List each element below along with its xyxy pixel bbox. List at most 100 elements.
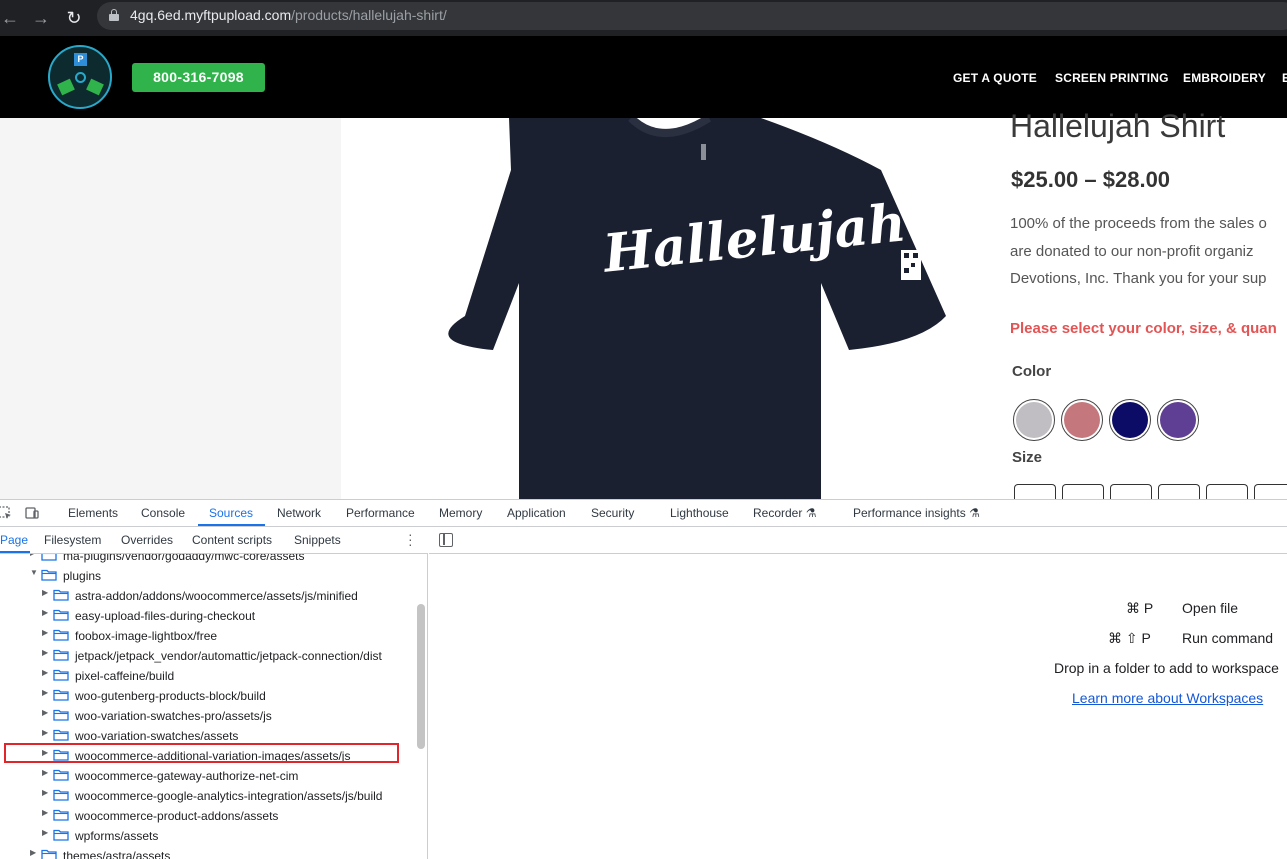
tree-item[interactable]: ▶ woo-variation-swatches-pro/assets/js — [0, 706, 410, 726]
tree-item[interactable]: ▶ pixel-caffeine/build — [0, 666, 410, 686]
device-toolbar-icon[interactable] — [25, 506, 39, 520]
tab-memory[interactable]: Memory — [439, 506, 482, 520]
color-label: Color — [1012, 363, 1052, 380]
tree-scrollbar[interactable] — [417, 604, 425, 749]
folder-icon — [41, 554, 57, 561]
tree-item[interactable]: ▶ woocommerce-google-analytics-integratio… — [0, 786, 410, 806]
tree-item[interactable]: ▶ themes/astra/assets — [0, 846, 410, 859]
caret-right-icon[interactable]: ▶ — [42, 808, 48, 817]
tree-item-label: ma-plugins/vendor/godaddy/mwc-core/asset… — [63, 554, 305, 563]
subtab-overrides[interactable]: Overrides — [121, 533, 173, 547]
site-logo[interactable]: P — [48, 45, 112, 109]
devtools-tab-bar: Elements Console Sources Network Perform… — [0, 500, 1287, 527]
inspect-element-icon[interactable] — [0, 506, 12, 520]
tree-item-label: jetpack/jetpack_vendor/automattic/jetpac… — [75, 649, 382, 663]
nav-embroidery[interactable]: EMBROIDERY — [1183, 71, 1266, 85]
tree-item[interactable]: ▶ jetpack/jetpack_vendor/automattic/jetpa… — [0, 646, 410, 666]
caret-right-icon[interactable]: ▶ — [42, 628, 48, 637]
tree-item[interactable]: ▶ astra-addon/addons/woocommerce/assets/j… — [0, 586, 410, 606]
folder-icon — [53, 769, 69, 781]
folder-icon — [41, 849, 57, 859]
file-tree: ▶ ma-plugins/vendor/godaddy/mwc-core/asse… — [0, 554, 428, 859]
sidebar-toggle-icon[interactable] — [439, 533, 453, 547]
product-image[interactable]: Hallelujah — [341, 118, 1001, 499]
tab-application[interactable]: Application — [507, 506, 566, 520]
tree-item-label: woo-variation-swatches/assets — [75, 729, 239, 743]
nav-item-truncated[interactable]: E — [1282, 71, 1287, 85]
subtab-page[interactable]: Page — [0, 533, 28, 547]
reload-icon[interactable]: ↻ — [62, 6, 86, 30]
forward-arrow-icon[interactable]: → — [29, 6, 53, 30]
tree-item[interactable]: ▶ easy-upload-files-during-checkout — [0, 606, 410, 626]
folder-icon — [53, 689, 69, 701]
caret-right-icon[interactable]: ▶ — [42, 728, 48, 737]
tree-item-label: woocommerce-product-addons/assets — [75, 809, 279, 823]
tree-item-label: woocommerce-google-analytics-integration… — [75, 789, 383, 803]
caret-right-icon[interactable]: ▶ — [30, 848, 36, 857]
tab-performance-insights[interactable]: Performance insights ⚗ — [853, 506, 980, 520]
tree-item[interactable]: ▶ ma-plugins/vendor/godaddy/mwc-core/asse… — [0, 554, 410, 566]
more-options-icon[interactable]: · · · — [408, 527, 414, 551]
color-swatch-gray[interactable] — [1013, 399, 1055, 441]
active-tab-indicator — [198, 524, 265, 526]
flask-icon: ⚗ — [969, 506, 980, 520]
editor-toolbar — [429, 527, 1287, 554]
flask-icon: ⚗ — [805, 506, 817, 520]
folder-icon — [53, 789, 69, 801]
nav-screen-printing[interactable]: SCREEN PRINTING — [1055, 71, 1169, 85]
tab-elements[interactable]: Elements — [68, 506, 118, 520]
tab-performance[interactable]: Performance — [346, 506, 415, 520]
description-line: are donated to our non-profit organiz — [1010, 242, 1254, 260]
nav-get-a-quote[interactable]: GET A QUOTE — [953, 71, 1037, 85]
subtab-content-scripts[interactable]: Content scripts — [192, 533, 272, 547]
tab-recorder[interactable]: Recorder ⚗ — [753, 506, 816, 520]
caret-right-icon[interactable]: ▶ — [42, 668, 48, 677]
caret-right-icon[interactable]: ▶ — [42, 788, 48, 797]
product-price: $25.00 – $28.00 — [1011, 167, 1171, 192]
caret-down-icon[interactable]: ▼ — [30, 568, 38, 577]
lock-icon[interactable] — [109, 9, 119, 21]
folder-icon — [53, 729, 69, 741]
color-swatch-navy[interactable] — [1109, 399, 1151, 441]
tab-network[interactable]: Network — [277, 506, 321, 520]
caret-right-icon[interactable]: ▶ — [42, 708, 48, 717]
subtab-snippets[interactable]: Snippets — [294, 533, 341, 547]
tree-item[interactable]: ▶ woo-gutenberg-products-block/build — [0, 686, 410, 706]
tab-security[interactable]: Security — [591, 506, 634, 520]
shortcut-keys-run-command: ⌘ ⇧ P — [1108, 630, 1151, 646]
back-arrow-icon[interactable]: ← — [0, 6, 22, 30]
folder-icon — [53, 809, 69, 821]
url-text[interactable]: 4gq.6ed.myftpupload.com/products/hallelu… — [130, 7, 447, 23]
tree-item[interactable]: ▶ foobox-image-lightbox/free — [0, 626, 410, 646]
highlight-annotation — [4, 743, 399, 763]
color-swatch-rose[interactable] — [1061, 399, 1103, 441]
folder-icon — [53, 629, 69, 641]
gallery-thumbnail-area — [0, 118, 341, 499]
folder-icon — [53, 609, 69, 621]
site-header: P 800-316-7098 GET A QUOTE SCREEN PRINTI… — [0, 36, 1287, 118]
tab-sources[interactable]: Sources — [209, 506, 253, 520]
phone-button[interactable]: 800-316-7098 — [132, 63, 265, 92]
folder-icon — [53, 669, 69, 681]
tree-item[interactable]: ▶ woocommerce-product-addons/assets — [0, 806, 410, 826]
address-bar[interactable]: 4gq.6ed.myftpupload.com/products/hallelu… — [97, 2, 1287, 30]
caret-right-icon[interactable]: ▶ — [42, 768, 48, 777]
tree-item[interactable]: ▶ wpforms/assets — [0, 826, 410, 846]
browser-toolbar: ← → ↻ 4gq.6ed.myftpupload.com/products/h… — [0, 0, 1287, 36]
tree-item[interactable]: ▼ plugins — [0, 566, 410, 586]
color-swatch-purple[interactable] — [1157, 399, 1199, 441]
caret-right-icon[interactable]: ▶ — [42, 588, 48, 597]
caret-right-icon[interactable]: ▶ — [42, 688, 48, 697]
tree-item-label: themes/astra/assets — [63, 849, 171, 859]
tree-item-label: woo-gutenberg-products-block/build — [75, 689, 266, 703]
caret-right-icon[interactable]: ▶ — [42, 648, 48, 657]
caret-right-icon[interactable]: ▶ — [42, 608, 48, 617]
tree-item[interactable]: ▶ woocommerce-gateway-authorize-net-cim — [0, 766, 410, 786]
tab-lighthouse[interactable]: Lighthouse — [670, 506, 729, 520]
tab-performance-insights-label: Performance insights — [853, 506, 966, 520]
learn-workspaces-link[interactable]: Learn more about Workspaces — [1072, 690, 1263, 706]
subtab-filesystem[interactable]: Filesystem — [44, 533, 101, 547]
caret-right-icon[interactable]: ▶ — [30, 554, 36, 557]
caret-right-icon[interactable]: ▶ — [42, 828, 48, 837]
tab-console[interactable]: Console — [141, 506, 185, 520]
